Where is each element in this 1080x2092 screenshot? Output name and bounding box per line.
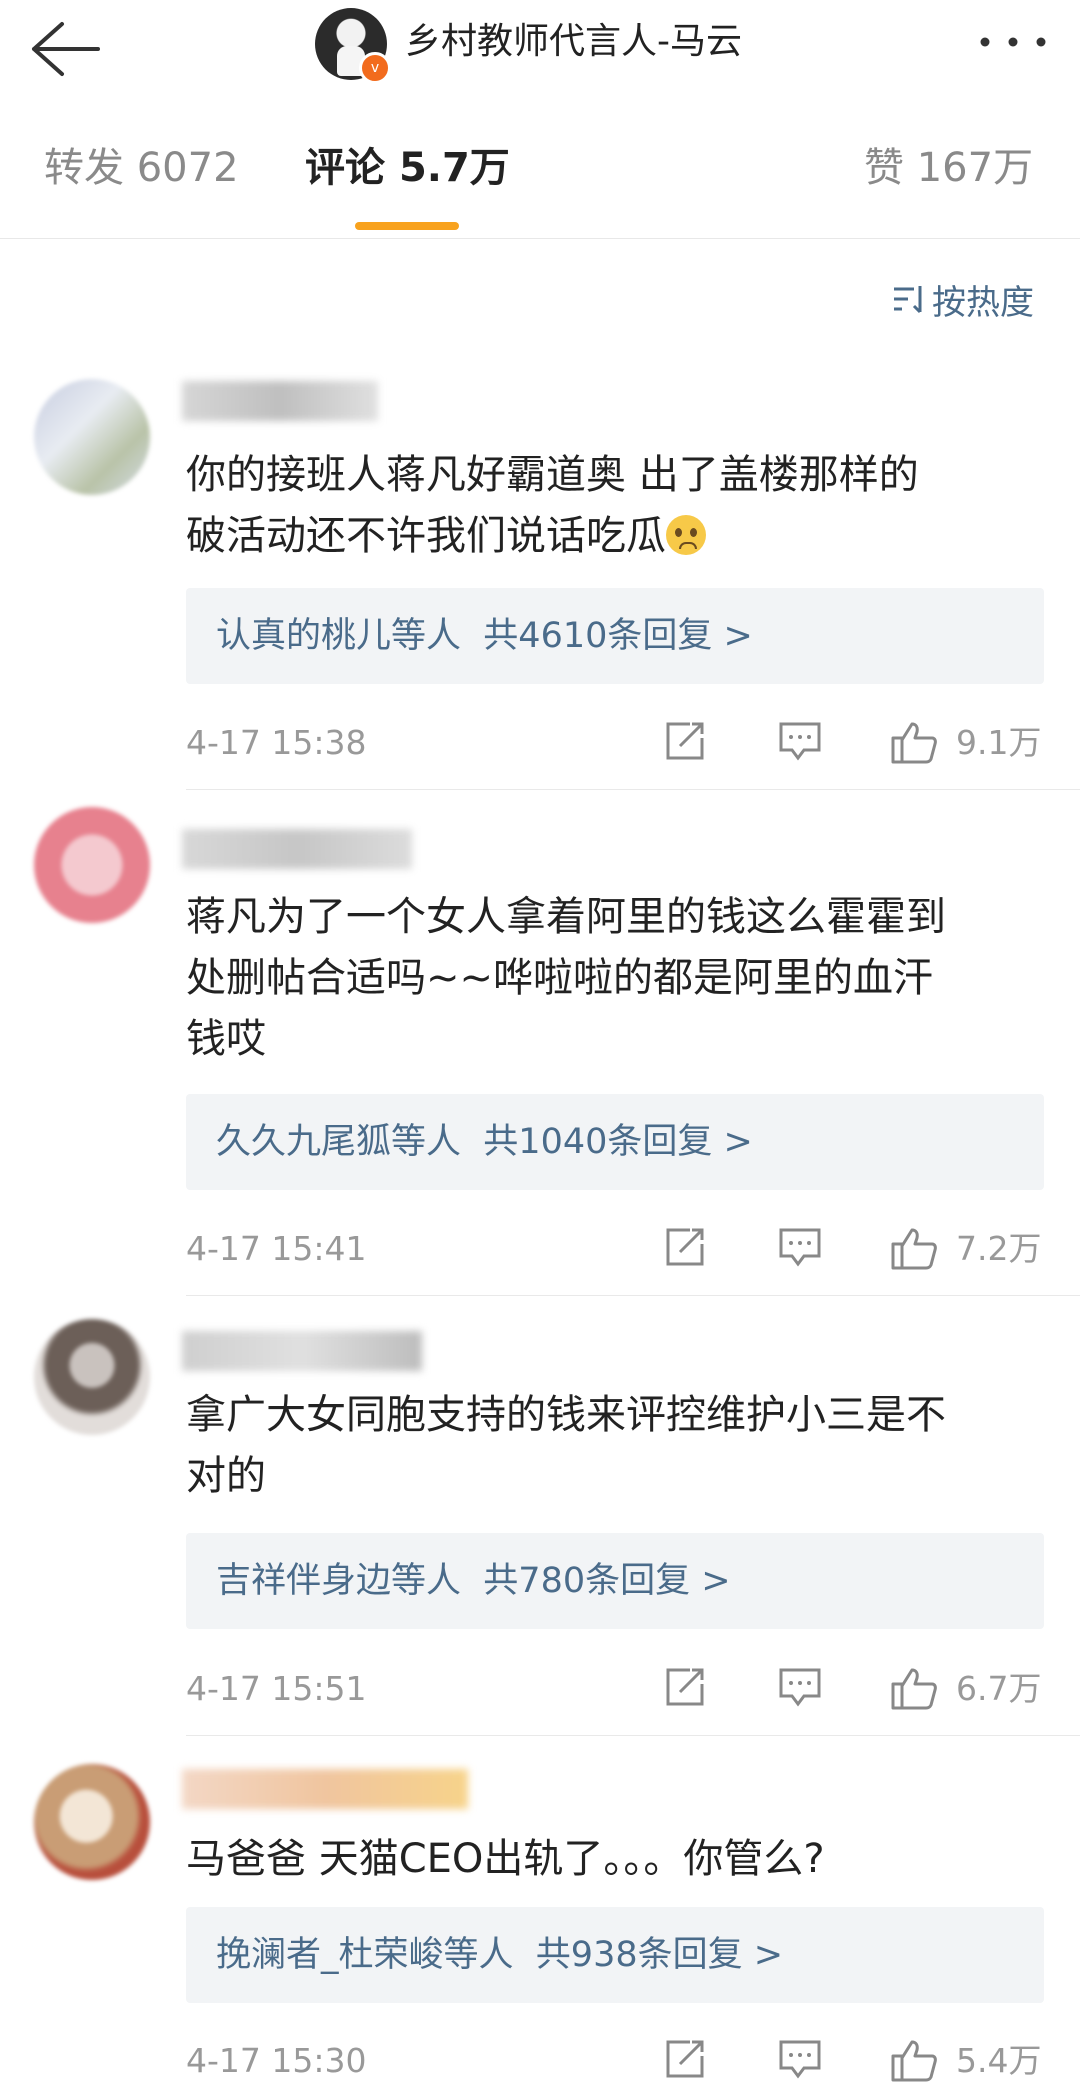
reply-count[interactable]: 共1040条回复 > (483, 1122, 753, 1162)
reply-suffix: 等人 (391, 616, 462, 656)
tab-reposts[interactable]: 转发 6072 (44, 142, 239, 194)
tab-bar: 转发 6072 评论 5.7万 赞 167万 (0, 104, 1080, 239)
like-count: 6.7万 (956, 1669, 1042, 1708)
divider (186, 1295, 1080, 1296)
like-icon[interactable] (890, 1666, 938, 1714)
comment-line: 破活动还不许我们说话吃瓜 (186, 513, 666, 559)
comment-line: 马爸爸 天猫CEO出轨了。。。你管么? (186, 1836, 825, 1882)
reply-user[interactable]: 挽澜者_杜荣峻 (216, 1935, 444, 1975)
tab-label: 转发 (44, 145, 124, 191)
reply-icon[interactable] (778, 2038, 822, 2084)
reply-suffix: 等人 (391, 1561, 462, 1601)
share-icon[interactable] (664, 1666, 708, 1712)
like-icon[interactable] (890, 720, 938, 768)
reply-icon[interactable] (778, 720, 822, 766)
comment-time: 4-17 15:51 (186, 1669, 367, 1708)
comment-text: 拿广大女同胞支持的钱来评控维护小三是不 对的 (186, 1385, 1046, 1507)
avatar[interactable] (34, 807, 150, 923)
comment-time: 4-17 15:38 (186, 723, 367, 762)
tab-likes[interactable]: 赞 167万 (864, 142, 1033, 194)
comment-line: 拿广大女同胞支持的钱来评控维护小三是不 (186, 1392, 946, 1438)
sad-emoji-icon (666, 515, 706, 555)
comment-line: 钱哎 (186, 1016, 266, 1062)
share-icon[interactable] (664, 720, 708, 766)
comment-list: 按热度 你的接班人蒋凡好霸道奥 出了盖楼那样的 破活动还不许我们说话吃瓜 认真的… (0, 239, 1080, 2087)
share-icon[interactable] (664, 2038, 708, 2084)
comment-text: 蒋凡为了一个女人拿着阿里的钱这么霍霍到 处删帖合适吗~~哗啦啦的都是阿里的血汗 … (186, 887, 1046, 1070)
sort-button[interactable]: 按热度 (892, 281, 1034, 325)
comment-footer: 4-17 15:30 5.4万 (186, 2032, 1044, 2092)
like-count: 5.4万 (956, 2041, 1042, 2080)
verified-badge-icon: v (359, 52, 391, 84)
reply-icon[interactable] (778, 1226, 822, 1272)
comment-line: 处删帖合适吗~~哗啦啦的都是阿里的血汗 (186, 955, 934, 1001)
avatar[interactable] (34, 379, 150, 495)
share-icon[interactable] (664, 1226, 708, 1272)
username[interactable] (182, 1331, 422, 1371)
author-avatar[interactable]: v (315, 8, 391, 84)
like-count: 9.1万 (956, 723, 1042, 762)
replies-preview[interactable]: 久久九尾狐等人 共1040条回复 > (186, 1094, 1044, 1190)
tab-count: 6072 (136, 145, 239, 191)
active-tab-indicator (355, 222, 459, 230)
tab-count: 5.7万 (398, 145, 510, 191)
username[interactable] (182, 1769, 468, 1809)
comment-footer: 4-17 15:41 7.2万 (186, 1220, 1044, 1280)
comment-footer: 4-17 15:51 6.7万 (186, 1660, 1044, 1720)
like-count: 7.2万 (956, 1229, 1042, 1268)
comment-time: 4-17 15:41 (186, 1229, 367, 1268)
username[interactable] (182, 381, 378, 421)
sort-label: 按热度 (932, 283, 1034, 323)
reply-suffix: 等人 (391, 1122, 462, 1162)
comment-line: 蒋凡为了一个女人拿着阿里的钱这么霍霍到 (186, 894, 946, 940)
comment-line: 你的接班人蒋凡好霸道奥 出了盖楼那样的 (186, 452, 919, 498)
tab-label: 评论 (305, 145, 385, 191)
avatar[interactable] (34, 1319, 150, 1435)
comment-text: 马爸爸 天猫CEO出轨了。。。你管么? (186, 1829, 1046, 1890)
comment-line: 对的 (186, 1453, 266, 1499)
replies-preview[interactable]: 挽澜者_杜荣峻等人 共938条回复 > (186, 1907, 1044, 2003)
tab-comments[interactable]: 评论 5.7万 (305, 142, 510, 194)
reply-user[interactable]: 久久九尾狐 (216, 1122, 391, 1162)
avatar[interactable] (34, 1764, 150, 1880)
divider (186, 1735, 1080, 1736)
replies-preview[interactable]: 认真的桃儿等人 共4610条回复 > (186, 588, 1044, 684)
reply-icon[interactable] (778, 1666, 822, 1712)
reply-user[interactable]: 吉祥伴身边 (216, 1561, 391, 1601)
reply-count[interactable]: 共4610条回复 > (483, 616, 753, 656)
more-options-icon[interactable] (975, 20, 1055, 64)
reply-user[interactable]: 认真的桃儿 (216, 616, 391, 656)
comment-text: 你的接班人蒋凡好霸道奥 出了盖楼那样的 破活动还不许我们说话吃瓜 (186, 445, 1046, 567)
replies-preview[interactable]: 吉祥伴身边等人 共780条回复 > (186, 1533, 1044, 1629)
tab-count: 167万 (916, 145, 1034, 191)
top-bar: v 乡村教师代言人-马云 (0, 0, 1080, 105)
like-icon[interactable] (890, 2038, 938, 2086)
reply-count[interactable]: 共780条回复 > (483, 1561, 730, 1601)
sort-icon (892, 282, 926, 327)
like-icon[interactable] (890, 1226, 938, 1274)
divider (186, 789, 1080, 790)
reply-suffix: 等人 (443, 1935, 514, 1975)
back-arrow-icon[interactable] (22, 14, 102, 84)
tab-label: 赞 (864, 145, 904, 191)
comment-footer: 4-17 15:38 9.1万 (186, 714, 1044, 774)
page-title: 乡村教师代言人-马云 (405, 21, 742, 62)
username[interactable] (182, 829, 412, 869)
reply-count[interactable]: 共938条回复 > (536, 1935, 783, 1975)
comment-time: 4-17 15:30 (186, 2041, 367, 2080)
